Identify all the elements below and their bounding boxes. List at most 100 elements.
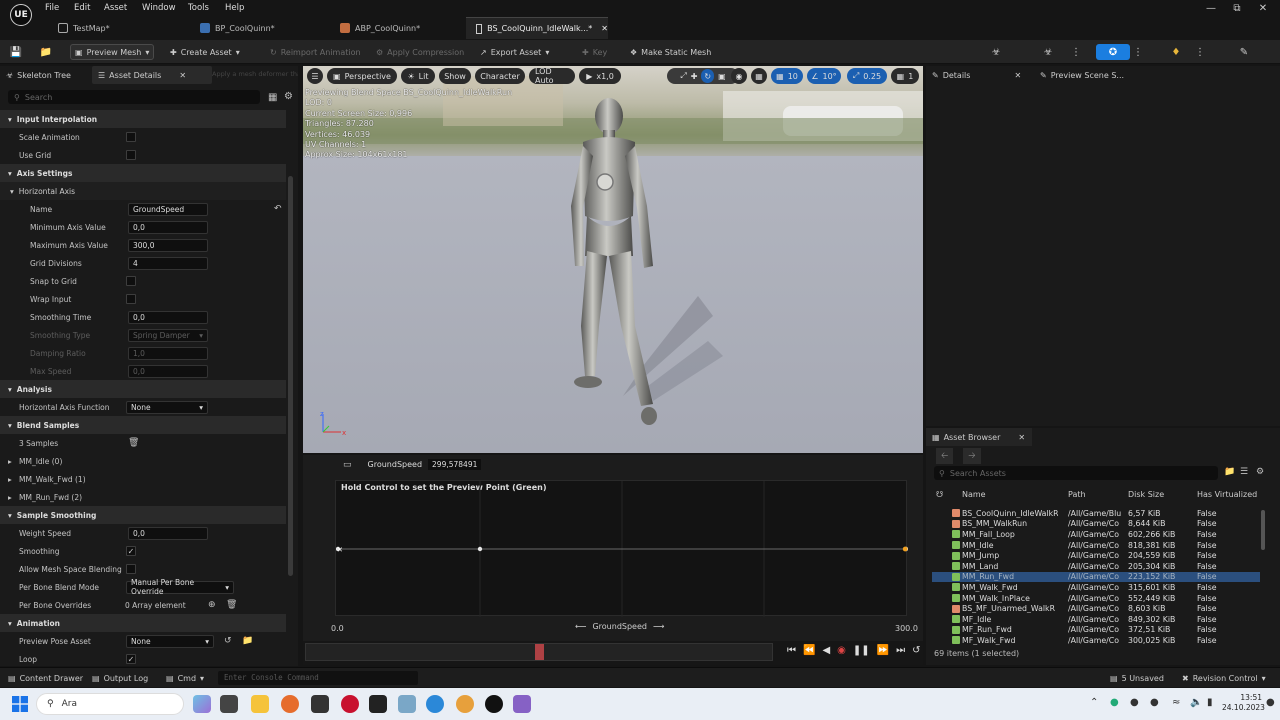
column-name[interactable]: Name <box>962 490 1058 499</box>
column-path[interactable]: Path <box>1068 490 1124 499</box>
unreal-engine-icon[interactable] <box>485 695 503 713</box>
mesh-mode-icon[interactable]: ☣ <box>1040 44 1056 60</box>
grid-snap-button[interactable]: ▦ 10 <box>771 68 803 84</box>
column-virtualized[interactable]: Has Virtualized D <box>1197 490 1257 499</box>
preview-point[interactable] <box>902 546 908 552</box>
menu-window[interactable]: Window <box>142 3 176 13</box>
weight-speed-field[interactable]: 0,0 <box>128 526 208 540</box>
asset-row[interactable]: BS_MM_WalkRun/All/Game/Co 8,644 KiB False <box>932 519 1260 530</box>
smoothing-type-dropdown[interactable]: Spring Damper ▾ <box>128 328 208 342</box>
tab-preview-scene[interactable]: ✎ Preview Scene S... <box>1034 66 1164 84</box>
folder-icon[interactable]: 📁 <box>1224 467 1235 477</box>
windows-start-icon[interactable] <box>12 696 28 712</box>
unsaved-button[interactable]: ▤ 5 Unsaved <box>1106 670 1168 686</box>
play-reverse-icon[interactable]: ◀ <box>822 645 830 656</box>
cmd-button[interactable]: ▤ Cmd ▾ <box>162 670 208 686</box>
min-axis-field[interactable]: 0,0 <box>128 220 208 234</box>
menu-edit[interactable]: Edit <box>74 3 90 13</box>
forward-icon[interactable]: 🡢 <box>963 448 981 464</box>
more-options-icon[interactable]: ⋮ <box>1068 44 1084 60</box>
edge-icon[interactable] <box>426 695 444 713</box>
tab-asset-browser[interactable]: ▦ Asset Browser ✕ <box>926 428 1032 446</box>
settings-icon[interactable]: ⚙ <box>284 91 293 102</box>
preview-pose-dropdown[interactable]: None ▾ <box>126 634 214 648</box>
app-icon[interactable] <box>369 695 387 713</box>
loop-checkbox[interactable]: ✓ <box>126 654 136 664</box>
asset-row[interactable]: MM_Walk_Fwd/All/Game/Co 315,601 KiB False <box>932 582 1260 593</box>
show-button[interactable]: Show <box>439 68 471 84</box>
asset-row[interactable]: MM_Idle/All/Game/Co 818,381 KiB False <box>932 540 1260 551</box>
close-tab-icon[interactable]: ✕ <box>1014 71 1021 80</box>
asset-row[interactable]: MM_Jump/All/Game/Co 204,559 KiB False <box>932 550 1260 561</box>
lod-button[interactable]: LOD Auto <box>529 67 575 85</box>
pause-icon[interactable]: ❚❚ <box>853 645 870 656</box>
key-button[interactable]: ✚ Key <box>578 44 611 60</box>
apply-compression-button[interactable]: ⚙ Apply Compression <box>372 44 468 60</box>
wifi-icon[interactable]: ≈ <box>1172 697 1180 708</box>
volume-icon[interactable]: 🔈 <box>1190 697 1202 708</box>
battery-icon[interactable]: ▮ <box>1207 697 1213 708</box>
asset-row[interactable]: MF_Idle/All/Game/Co 849,302 KiB False <box>932 614 1260 625</box>
asset-row[interactable]: MM_Land/All/Game/Co 205,304 KiB False <box>932 561 1260 572</box>
add-element-icon[interactable]: ⊕ <box>208 600 216 610</box>
section-analysis[interactable]: ▾ Analysis <box>0 380 286 398</box>
close-tab-icon[interactable]: ✕ <box>179 71 186 80</box>
clock[interactable]: 13:51 24.10.2023 <box>1222 693 1265 713</box>
blueprint-mode-icon[interactable]: ♦ <box>1168 44 1184 60</box>
close-window-icon[interactable]: ✕ <box>1254 3 1272 14</box>
tab-abp-coolquinn[interactable]: ABP_CoolQuinn* <box>330 17 460 39</box>
console-input[interactable]: Enter Console Command <box>218 671 418 685</box>
menu-file[interactable]: File <box>45 3 59 13</box>
browse-icon[interactable]: 📁 <box>38 44 54 60</box>
smoothing-checkbox[interactable]: ✓ <box>126 546 136 556</box>
tab-testmap[interactable]: TestMap* <box>48 17 178 39</box>
asset-row[interactable]: MF_Run_Fwd/All/Game/Co 372,51 KiB False <box>932 625 1260 636</box>
name-field[interactable]: GroundSpeed <box>128 202 208 216</box>
photos-icon[interactable] <box>398 695 416 713</box>
step-forward-icon[interactable]: ⏩ <box>877 645 889 656</box>
section-blend-samples[interactable]: ▾ Blend Samples <box>0 416 286 434</box>
scale-animation-checkbox[interactable] <box>126 132 136 142</box>
table-view-icon[interactable]: ▦ <box>268 92 277 103</box>
per-bone-mode-dropdown[interactable]: Manual Per Bone Override ▾ <box>126 578 234 596</box>
wrap-input-checkbox[interactable] <box>126 294 136 304</box>
details-scrollbar[interactable] <box>288 176 293 576</box>
perspective-button[interactable]: ▣ Perspective <box>327 68 397 84</box>
export-asset-button[interactable]: ↗ Export Asset ▾ <box>476 44 553 60</box>
tab-asset-details[interactable]: ☰ Asset Details ✕ <box>92 66 212 84</box>
skeleton-mode-icon[interactable]: ☣ <box>988 44 1004 60</box>
sample-point[interactable] <box>477 546 483 552</box>
reset-icon[interactable]: ↶ <box>274 204 282 214</box>
sample-item-1[interactable]: ▸ MM_Walk_Fwd (1) <box>0 470 286 488</box>
app-icon[interactable] <box>311 695 329 713</box>
app-icon[interactable] <box>341 695 359 713</box>
preview-mesh-button[interactable]: ▣ Preview Mesh ▾ <box>70 44 155 60</box>
use-grid-checkbox[interactable] <box>126 150 136 160</box>
asset-row[interactable]: MM_Run_Fwd/All/Game/Co 223,152 KiB False <box>932 571 1260 583</box>
asset-row[interactable]: MF_Walk_Fwd/All/Game/Co 300,025 KiB False <box>932 635 1260 646</box>
details-search-input[interactable]: ⚲ Search <box>8 90 260 104</box>
tray-app-icon[interactable]: ● <box>1130 697 1139 708</box>
skip-to-start-icon[interactable]: ⏮ <box>787 645 796 656</box>
file-explorer-icon[interactable] <box>251 695 269 713</box>
h-axis-function-dropdown[interactable]: None ▾ <box>126 400 208 414</box>
scrub-bar[interactable] <box>305 643 773 661</box>
parameter-value-field[interactable]: 299,578491 <box>428 459 482 470</box>
unreal-logo-icon[interactable]: UE <box>10 4 32 26</box>
play-rate-button[interactable]: ▶ x1,0 <box>579 68 621 84</box>
animation-mode-icon[interactable]: ✪ <box>1096 44 1130 60</box>
firefox-icon[interactable] <box>281 695 299 713</box>
transform-tools[interactable]: ⤢ ✚ ↻ ▣ <box>667 68 739 84</box>
skip-to-end-icon[interactable]: ⏭ <box>896 645 905 656</box>
more-options-icon[interactable]: ⋮ <box>1130 44 1146 60</box>
tray-app-icon[interactable]: ● <box>1110 697 1119 708</box>
taskbar-search[interactable]: ⚲ Ara <box>36 693 184 715</box>
close-tab-icon[interactable]: ✕ <box>1018 433 1025 442</box>
damping-ratio-field[interactable]: 1,0 <box>128 346 208 360</box>
settings-icon[interactable]: ⚙ <box>1256 467 1264 477</box>
copilot-icon[interactable] <box>193 695 211 713</box>
sample-item-2[interactable]: ▸ MM_Run_Fwd (2) <box>0 488 286 506</box>
notifications-icon[interactable]: ● <box>1266 697 1275 708</box>
playhead[interactable] <box>535 644 544 660</box>
max-axis-field[interactable]: 300,0 <box>128 238 208 252</box>
